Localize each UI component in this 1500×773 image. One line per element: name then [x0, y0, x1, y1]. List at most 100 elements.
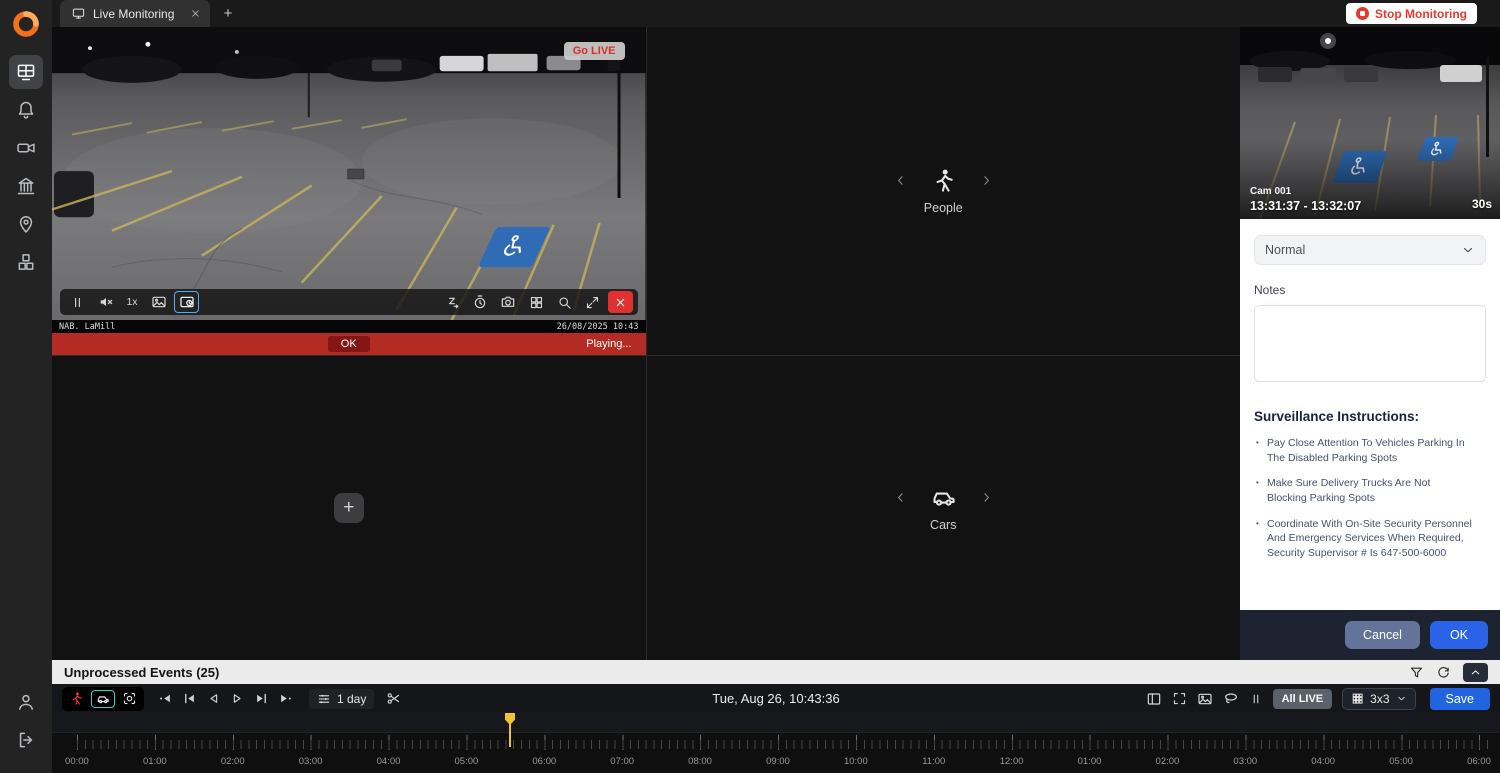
lasso-select-button[interactable]: [1223, 691, 1239, 707]
zoom-button[interactable]: [552, 291, 577, 313]
timeline-hour-label: 02:00: [1128, 756, 1206, 767]
collapse-events-button[interactable]: [1463, 663, 1488, 682]
video-controls-left: 1x: [65, 291, 199, 313]
top-bar: Live Monitoring + Stop Monitoring: [52, 0, 1500, 27]
mute-button[interactable]: [93, 291, 118, 313]
timeline-hour-label: 05:00: [1362, 756, 1440, 767]
grid-cell-empty: +: [52, 356, 646, 660]
close-stream-button[interactable]: [608, 291, 633, 313]
alert-ok-button[interactable]: OK: [328, 336, 370, 352]
osd-camera-name: NAB. LaMill: [59, 322, 115, 332]
sleep-timer-button[interactable]: [440, 291, 465, 313]
control-bar-right: All LIVE 3x3 Save: [1146, 688, 1490, 710]
refresh-events-button[interactable]: [1436, 665, 1451, 680]
timeline-hour-label: 07:00: [583, 756, 661, 767]
sidebar-item-sign-out[interactable]: [9, 723, 43, 757]
layout-grid-button[interactable]: [524, 291, 549, 313]
expand-button[interactable]: [580, 291, 605, 313]
sidebar-item-account[interactable]: [9, 685, 43, 719]
notes-input[interactable]: [1254, 305, 1486, 382]
new-tab-button[interactable]: +: [214, 0, 242, 27]
live-camera-feed[interactable]: Go LIVE 1x: [52, 27, 646, 320]
cars-filter-toggle[interactable]: [91, 690, 115, 708]
face-scan-icon: [122, 691, 137, 706]
skip-end-icon: [254, 691, 269, 706]
tab-live-monitoring[interactable]: Live Monitoring: [60, 0, 210, 27]
event-duration-badge: 30s: [1472, 197, 1492, 211]
timeline-hour-label: 11:00: [895, 756, 973, 767]
step-backward-button[interactable]: [206, 691, 221, 706]
time-range-button[interactable]: 1 day: [309, 689, 374, 709]
history-button[interactable]: [468, 291, 493, 313]
chevron-left-icon: [893, 490, 908, 505]
severity-select[interactable]: Normal: [1254, 235, 1486, 265]
people-filter-toggle[interactable]: [69, 691, 84, 706]
sidebar-item-locations[interactable]: [9, 207, 43, 241]
app-logo[interactable]: [11, 9, 41, 39]
osd-timestamp: 26/08/2025 10:43: [557, 322, 639, 332]
next-event-button[interactable]: [278, 691, 293, 706]
timeline-hour-label: 12:00: [973, 756, 1051, 767]
sidebar-item-alerts[interactable]: [9, 93, 43, 127]
clip-cut-button[interactable]: [386, 691, 401, 706]
layout-panel-button[interactable]: [1146, 691, 1162, 707]
skip-to-start-button[interactable]: [182, 691, 197, 706]
sidebar-item-assets[interactable]: [9, 245, 43, 279]
equalizer-icon: [317, 692, 331, 706]
all-live-button[interactable]: All LIVE: [1273, 689, 1333, 709]
mute-icon: [98, 294, 114, 310]
sidebar-item-video-wall[interactable]: [9, 55, 43, 89]
cars-prev-button[interactable]: [893, 490, 908, 505]
step-back-icon: [206, 691, 221, 706]
event-thumbnail[interactable]: Cam 001 13:31:37 - 13:32:07 30s: [1240, 27, 1500, 219]
pause-all-button[interactable]: [1249, 692, 1263, 706]
person-icon: [16, 692, 36, 712]
timeline[interactable]: 00:00 01:00 02:00 03:00 04:00 05:00 06:0…: [52, 713, 1500, 773]
timeline-scrub-strip[interactable]: [52, 713, 1500, 733]
timeline-hour-label: 05:00: [427, 756, 505, 767]
prev-event-icon: [158, 691, 173, 706]
timeline-labels: 00:00 01:00 02:00 03:00 04:00 05:00 06:0…: [52, 756, 1500, 767]
pause-button[interactable]: [65, 291, 90, 313]
go-live-button[interactable]: Go LIVE: [564, 42, 625, 60]
people-prev-button[interactable]: [893, 173, 908, 188]
severity-selected-value: Normal: [1265, 243, 1305, 257]
filter-events-button[interactable]: [1409, 665, 1424, 680]
playback-speed-button[interactable]: 1x: [121, 291, 143, 313]
ok-button[interactable]: OK: [1430, 621, 1488, 649]
cancel-button[interactable]: Cancel: [1345, 621, 1420, 649]
snapshot-button[interactable]: [496, 291, 521, 313]
unprocessed-events-title: Unprocessed Events (25): [64, 665, 219, 680]
timeline-playhead[interactable]: [509, 713, 511, 747]
car-icon: [96, 692, 110, 706]
timeline-hour-label: 01:00: [116, 756, 194, 767]
timeline-hour-label: 06:00: [1440, 756, 1500, 767]
timestamp-overlay-button[interactable]: [174, 291, 199, 313]
save-button[interactable]: Save: [1430, 688, 1491, 710]
previous-event-button[interactable]: [158, 691, 173, 706]
events-actions: [1409, 663, 1488, 682]
add-camera-button[interactable]: +: [334, 493, 364, 523]
image-icon: [151, 294, 167, 310]
stop-monitoring-button[interactable]: Stop Monitoring: [1346, 3, 1477, 24]
face-filter-toggle[interactable]: [122, 691, 137, 706]
chevron-right-icon: [979, 173, 994, 188]
skip-to-end-button[interactable]: [254, 691, 269, 706]
frame-export-button[interactable]: [146, 291, 171, 313]
cars-label: Cars: [930, 518, 956, 532]
step-forward-button[interactable]: [230, 691, 245, 706]
sidebar-item-sites[interactable]: [9, 169, 43, 203]
fullscreen-button[interactable]: [1172, 691, 1187, 706]
people-next-button[interactable]: [979, 173, 994, 188]
snapshot-all-button[interactable]: [1197, 691, 1213, 707]
timeline-hour-label: 02:00: [194, 756, 272, 767]
camera-grid: Go LIVE 1x: [52, 27, 1240, 660]
grid-3x3-icon: [1351, 692, 1364, 705]
cars-next-button[interactable]: [979, 490, 994, 505]
grid-size-select[interactable]: 3x3: [1342, 688, 1415, 710]
tab-close-icon[interactable]: [190, 8, 201, 19]
sidebar-item-cameras[interactable]: [9, 131, 43, 165]
fullscreen-corners-icon: [1172, 691, 1187, 706]
chevron-right-icon: [979, 490, 994, 505]
bank-icon: [16, 176, 36, 196]
